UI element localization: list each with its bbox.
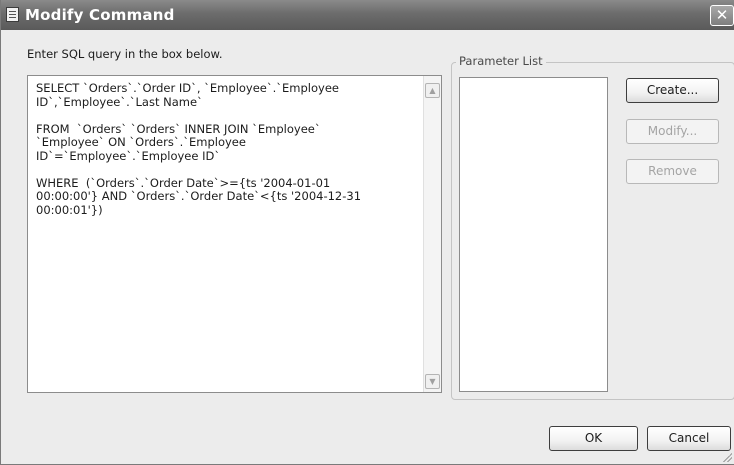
- scroll-up-icon[interactable]: ▲: [425, 83, 440, 98]
- dialog-title: Modify Command: [25, 6, 175, 24]
- modify-button[interactable]: Modify...: [626, 119, 719, 144]
- title-bar[interactable]: Modify Command ✕: [1, 0, 734, 30]
- sql-query-text[interactable]: SELECT `Orders`.`Order ID`, `Employee`.`…: [36, 81, 416, 217]
- parameter-list-label: Parameter List: [456, 54, 546, 68]
- ok-button[interactable]: OK: [549, 426, 638, 451]
- document-icon: [6, 7, 19, 22]
- close-button[interactable]: ✕: [710, 5, 734, 26]
- parameter-list-box[interactable]: [459, 77, 608, 392]
- scroll-down-icon[interactable]: ▼: [425, 374, 440, 389]
- create-button[interactable]: Create...: [626, 78, 719, 103]
- query-prompt-label: Enter SQL query in the box below.: [27, 47, 223, 61]
- sql-query-textarea[interactable]: SELECT `Orders`.`Order ID`, `Employee`.`…: [27, 75, 442, 393]
- vertical-scrollbar[interactable]: ▲ ▼: [423, 76, 441, 392]
- cancel-button[interactable]: Cancel: [647, 426, 731, 451]
- modify-command-dialog: Modify Command ✕ Enter SQL query in the …: [0, 0, 734, 465]
- resize-grip-icon[interactable]: [722, 452, 732, 462]
- remove-button[interactable]: Remove: [626, 159, 719, 184]
